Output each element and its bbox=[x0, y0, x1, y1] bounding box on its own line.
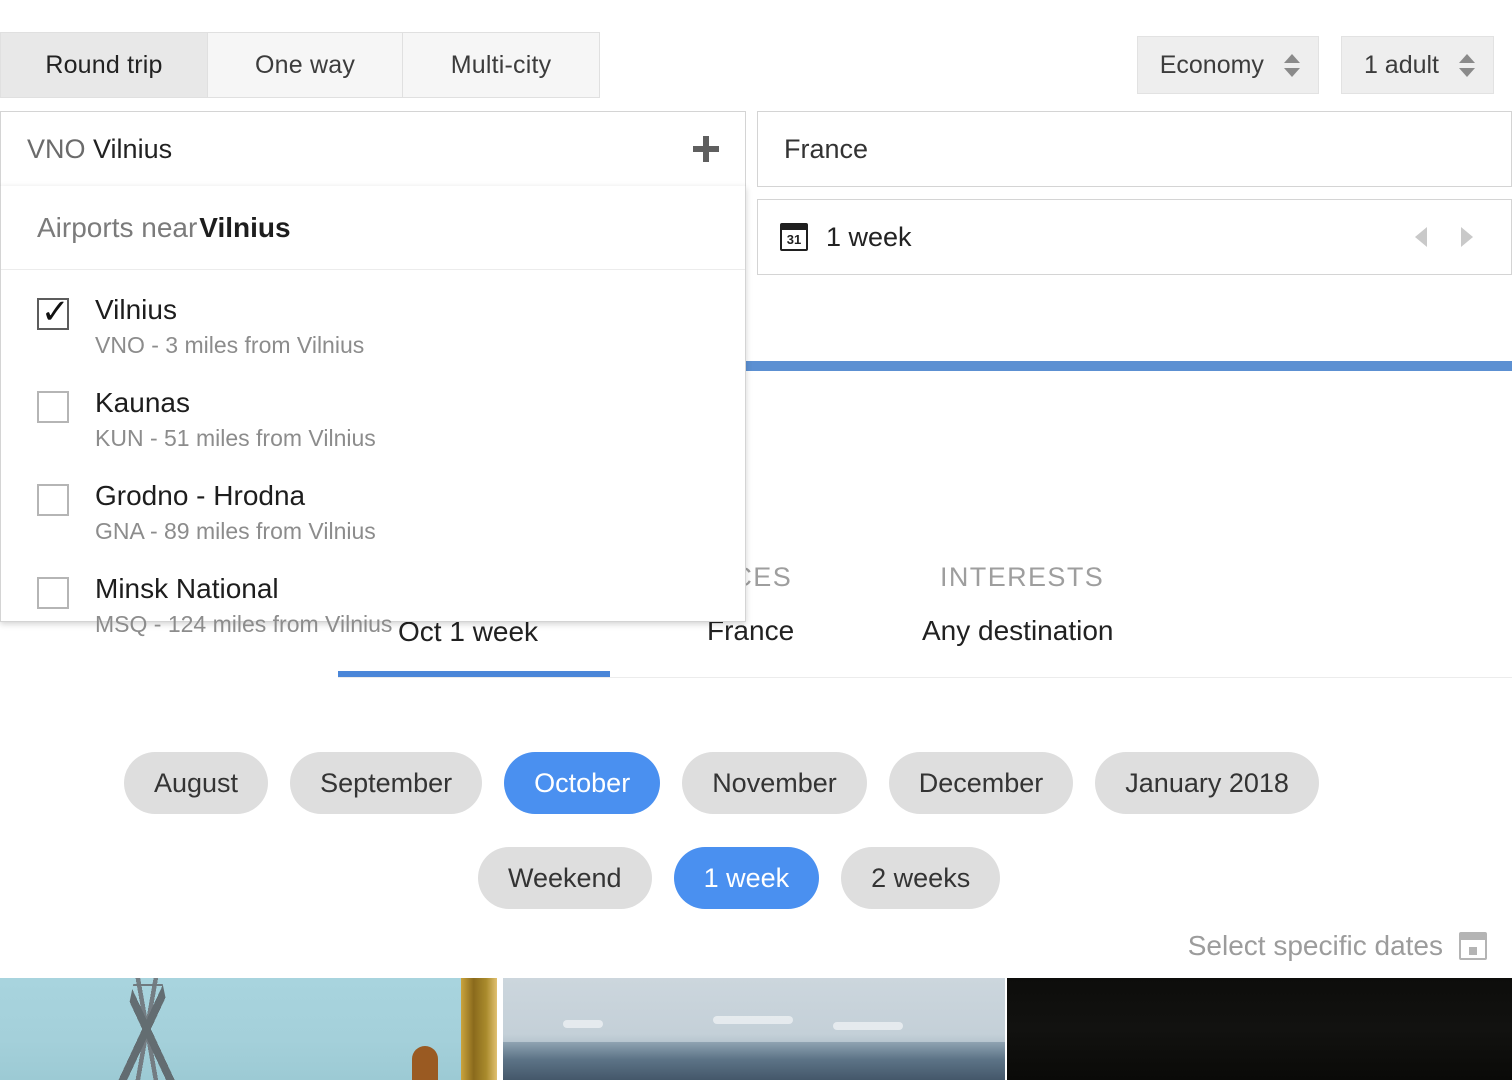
calendar-icon: 31 bbox=[780, 223, 808, 251]
date-value: 1 week bbox=[826, 221, 912, 252]
month-chip-january-2018[interactable]: January 2018 bbox=[1095, 752, 1319, 814]
airport-detail: GNA - 89 miles from Vilnius bbox=[95, 518, 376, 544]
airport-detail: MSQ - 124 miles from Vilnius bbox=[95, 611, 393, 637]
passenger-count-label: 1 adult bbox=[1363, 50, 1439, 79]
date-navigation bbox=[1415, 227, 1491, 247]
airports-dropdown-header: Airports near Vilnius bbox=[1, 186, 745, 270]
plus-icon[interactable] bbox=[693, 136, 719, 162]
airport-option-vilnius[interactable]: ✓ Vilnius VNO - 3 miles from Vilnius bbox=[1, 280, 745, 373]
cloud-shape bbox=[563, 1020, 603, 1028]
airport-name: Kaunas bbox=[95, 387, 190, 418]
airport-option-text: Kaunas KUN - 51 miles from Vilnius bbox=[95, 387, 376, 452]
trip-type-multi-city-label: Multi-city bbox=[450, 50, 552, 79]
eiffel-tower-shape bbox=[113, 978, 183, 1080]
month-chip-row: August September October November Decemb… bbox=[124, 752, 1319, 814]
tabs-divider bbox=[338, 677, 1512, 678]
photo-card-mountain-city[interactable] bbox=[503, 978, 1005, 1080]
cabin-class-select[interactable]: Economy bbox=[1136, 36, 1319, 94]
checkbox-checked-icon[interactable]: ✓ bbox=[37, 295, 70, 330]
checkbox-unchecked-icon[interactable] bbox=[37, 391, 69, 423]
duration-chip-2-weeks[interactable]: 2 weeks bbox=[841, 847, 1001, 909]
duration-chip-1-week[interactable]: 1 week bbox=[673, 847, 820, 909]
photo-card-eiffel-tower[interactable] bbox=[0, 978, 497, 1080]
select-specific-dates-label: Select specific dates bbox=[1187, 930, 1443, 961]
origin-code: VNO bbox=[27, 133, 86, 164]
airport-option-text: Minsk National MSQ - 124 miles from Viln… bbox=[95, 573, 392, 638]
spinner-icon bbox=[1459, 53, 1475, 77]
chevron-left-icon[interactable] bbox=[1415, 227, 1427, 247]
cloud-shape bbox=[833, 1022, 903, 1030]
month-chip-october[interactable]: October bbox=[504, 752, 661, 814]
month-chip-november[interactable]: November bbox=[682, 752, 867, 814]
chevron-right-icon[interactable] bbox=[1461, 227, 1473, 247]
month-chip-december[interactable]: December bbox=[888, 752, 1074, 814]
airports-dropdown-header-city: Vilnius bbox=[199, 211, 291, 243]
photo-card-dark[interactable] bbox=[1007, 978, 1512, 1080]
select-specific-dates-link[interactable]: Select specific dates bbox=[1188, 930, 1487, 962]
mountain-ridge bbox=[503, 1042, 1005, 1080]
trip-type-round-trip[interactable]: Round trip bbox=[0, 32, 208, 98]
checkbox-unchecked-icon[interactable] bbox=[37, 484, 69, 516]
trip-type-one-way-label: One way bbox=[254, 50, 356, 79]
cabin-and-passenger-controls: Economy 1 adult bbox=[1136, 36, 1494, 94]
airport-name: Minsk National bbox=[95, 573, 279, 604]
airport-option-text: Vilnius VNO - 3 miles from Vilnius bbox=[95, 294, 364, 359]
date-input[interactable]: 31 1 week bbox=[757, 199, 1512, 275]
passenger-count-select[interactable]: 1 adult bbox=[1340, 36, 1494, 94]
destination-input[interactable]: France bbox=[757, 111, 1512, 187]
duration-chip-row: Weekend 1 week 2 weeks bbox=[478, 847, 1001, 909]
destination-photo-strip bbox=[0, 978, 1512, 1080]
cabin-class-label: Economy bbox=[1159, 50, 1264, 79]
airport-name: Vilnius bbox=[95, 294, 177, 325]
airports-dropdown: Airports near Vilnius ✓ Vilnius VNO - 3 … bbox=[0, 186, 746, 637]
destination-value: France bbox=[784, 133, 869, 164]
airport-detail: VNO - 3 miles from Vilnius bbox=[95, 332, 365, 358]
gold-pillar bbox=[461, 978, 497, 1080]
trip-type-tabs: Round trip One way Multi-city bbox=[0, 32, 600, 98]
airport-name: Grodno - Hrodna bbox=[95, 480, 306, 511]
airport-detail: KUN - 51 miles from Vilnius bbox=[95, 425, 376, 451]
airports-dropdown-header-prefix: Airports near bbox=[37, 211, 198, 243]
checkbox-unchecked-icon[interactable] bbox=[37, 577, 69, 609]
airport-option-grodno-hrodna[interactable]: Grodno - Hrodna GNA - 89 miles from Viln… bbox=[1, 466, 745, 559]
origin-city: Vilnius bbox=[93, 133, 173, 164]
origin-input[interactable]: VNO Vilnius bbox=[0, 111, 746, 187]
trip-type-one-way[interactable]: One way bbox=[208, 32, 403, 98]
calendar-icon-day: 31 bbox=[786, 232, 802, 247]
origin-value: VNO Vilnius bbox=[27, 134, 172, 165]
month-chip-august[interactable]: August bbox=[124, 752, 269, 814]
trip-type-round-trip-label: Round trip bbox=[45, 50, 163, 79]
airport-option-minsk-national[interactable]: Minsk National MSQ - 124 miles from Viln… bbox=[1, 559, 745, 652]
trip-type-multi-city[interactable]: Multi-city bbox=[403, 32, 600, 98]
interests-column-header: INTERESTS bbox=[940, 562, 1105, 592]
airport-option-kaunas[interactable]: Kaunas KUN - 51 miles from Vilnius bbox=[1, 373, 745, 466]
spinner-icon bbox=[1283, 53, 1300, 77]
airports-list: ✓ Vilnius VNO - 3 miles from Vilnius Kau… bbox=[1, 270, 745, 652]
month-chip-september[interactable]: September bbox=[290, 752, 483, 814]
airport-option-text: Grodno - Hrodna GNA - 89 miles from Viln… bbox=[95, 480, 376, 545]
cloud-shape bbox=[713, 1016, 793, 1024]
person-silhouette bbox=[412, 1046, 438, 1080]
flight-search-page: Round trip One way Multi-city Economy 1 … bbox=[0, 0, 1512, 1080]
duration-chip-weekend[interactable]: Weekend bbox=[478, 847, 652, 909]
calendar-icon bbox=[1459, 932, 1487, 960]
search-bar[interactable] bbox=[740, 361, 1512, 371]
